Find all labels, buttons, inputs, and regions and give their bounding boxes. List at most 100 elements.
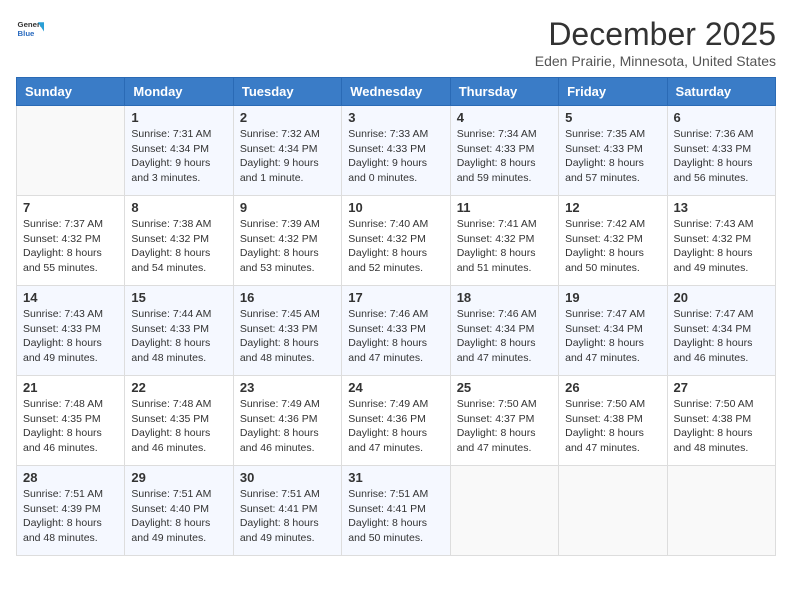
day-info: Sunrise: 7:46 AMSunset: 4:33 PMDaylight:… (348, 307, 443, 366)
calendar-cell (559, 466, 667, 556)
calendar-cell: 31 Sunrise: 7:51 AMSunset: 4:41 PMDayligh… (342, 466, 450, 556)
day-info: Sunrise: 7:44 AMSunset: 4:33 PMDaylight:… (131, 307, 226, 366)
calendar-cell: 6Sunrise: 7:36 AMSunset: 4:33 PMDaylight… (667, 106, 775, 196)
day-info: Sunrise: 7:51 AMSunset: 4:41 PMDaylight:… (348, 487, 443, 546)
logo-icon: General Blue (16, 16, 44, 44)
day-number: 16 (240, 290, 335, 305)
page-header: General Blue December 2025 Eden Prairie,… (16, 16, 776, 69)
day-number: 18 (457, 290, 552, 305)
calendar-week-row: 7 Sunrise: 7:37 AMSunset: 4:32 PMDaylight… (17, 196, 776, 286)
day-info: Sunrise: 7:37 AMSunset: 4:32 PMDaylight:… (23, 217, 118, 276)
calendar-cell: 9Sunrise: 7:39 AMSunset: 4:32 PMDaylight… (233, 196, 341, 286)
calendar-cell: 20 Sunrise: 7:47 AMSunset: 4:34 PMDayligh… (667, 286, 775, 376)
day-number: 21 (23, 380, 118, 395)
day-header-wednesday: Wednesday (342, 78, 450, 106)
calendar-cell: 25 Sunrise: 7:50 AMSunset: 4:37 PMDayligh… (450, 376, 558, 466)
calendar-cell: 26Sunrise: 7:50 AMSunset: 4:38 PMDayligh… (559, 376, 667, 466)
day-info: Sunrise: 7:47 AMSunset: 4:34 PMDaylight:… (674, 307, 769, 366)
day-info: Sunrise: 7:31 AMSunset: 4:34 PMDaylight:… (131, 127, 226, 186)
day-info: Sunrise: 7:49 AMSunset: 4:36 PMDaylight:… (240, 397, 335, 456)
calendar-cell: 10Sunrise: 7:40 AMSunset: 4:32 PMDayligh… (342, 196, 450, 286)
day-info: Sunrise: 7:38 AMSunset: 4:32 PMDaylight:… (131, 217, 226, 276)
day-number: 4 (457, 110, 552, 125)
day-number: 1 (131, 110, 226, 125)
day-number: 23 (240, 380, 335, 395)
calendar-cell: 22 Sunrise: 7:48 AMSunset: 4:35 PMDayligh… (125, 376, 233, 466)
day-header-sunday: Sunday (17, 78, 125, 106)
calendar-cell: 7 Sunrise: 7:37 AMSunset: 4:32 PMDaylight… (17, 196, 125, 286)
calendar-cell: 12 Sunrise: 7:42 AMSunset: 4:32 PMDayligh… (559, 196, 667, 286)
day-info: Sunrise: 7:50 AMSunset: 4:38 PMDaylight:… (674, 397, 769, 456)
calendar-cell: 13 Sunrise: 7:43 AMSunset: 4:32 PMDayligh… (667, 196, 775, 286)
day-info: Sunrise: 7:51 AMSunset: 4:39 PMDaylight:… (23, 487, 118, 546)
day-number: 15 (131, 290, 226, 305)
calendar-cell: 2Sunrise: 7:32 AMSunset: 4:34 PMDaylight… (233, 106, 341, 196)
calendar-cell: 14Sunrise: 7:43 AMSunset: 4:33 PMDayligh… (17, 286, 125, 376)
logo: General Blue (16, 16, 44, 44)
calendar-cell: 16Sunrise: 7:45 AMSunset: 4:33 PMDayligh… (233, 286, 341, 376)
day-number: 13 (674, 200, 769, 215)
day-info: Sunrise: 7:47 AMSunset: 4:34 PMDaylight:… (565, 307, 660, 366)
calendar-cell: 30 Sunrise: 7:51 AMSunset: 4:41 PMDayligh… (233, 466, 341, 556)
calendar-cell: 3 Sunrise: 7:33 AMSunset: 4:33 PMDaylight… (342, 106, 450, 196)
calendar-cell: 4 Sunrise: 7:34 AMSunset: 4:33 PMDaylight… (450, 106, 558, 196)
calendar-table: SundayMondayTuesdayWednesdayThursdayFrid… (16, 77, 776, 556)
day-number: 7 (23, 200, 118, 215)
day-info: Sunrise: 7:35 AMSunset: 4:33 PMDaylight:… (565, 127, 660, 186)
calendar-cell (17, 106, 125, 196)
day-header-thursday: Thursday (450, 78, 558, 106)
calendar-cell: 23 Sunrise: 7:49 AMSunset: 4:36 PMDayligh… (233, 376, 341, 466)
calendar-cell: 21Sunrise: 7:48 AMSunset: 4:35 PMDayligh… (17, 376, 125, 466)
day-info: Sunrise: 7:46 AMSunset: 4:34 PMDaylight:… (457, 307, 552, 366)
day-number: 27 (674, 380, 769, 395)
day-number: 24 (348, 380, 443, 395)
calendar-header-row: SundayMondayTuesdayWednesdayThursdayFrid… (17, 78, 776, 106)
day-number: 2 (240, 110, 335, 125)
day-info: Sunrise: 7:41 AMSunset: 4:32 PMDaylight:… (457, 217, 552, 276)
day-header-monday: Monday (125, 78, 233, 106)
day-number: 28 (23, 470, 118, 485)
day-number: 29 (131, 470, 226, 485)
calendar-cell: 5Sunrise: 7:35 AMSunset: 4:33 PMDaylight… (559, 106, 667, 196)
day-header-tuesday: Tuesday (233, 78, 341, 106)
day-info: Sunrise: 7:33 AMSunset: 4:33 PMDaylight:… (348, 127, 443, 186)
svg-text:Blue: Blue (18, 29, 36, 38)
calendar-week-row: 28 Sunrise: 7:51 AMSunset: 4:39 PMDayligh… (17, 466, 776, 556)
day-info: Sunrise: 7:51 AMSunset: 4:41 PMDaylight:… (240, 487, 335, 546)
day-info: Sunrise: 7:49 AMSunset: 4:36 PMDaylight:… (348, 397, 443, 456)
day-info: Sunrise: 7:42 AMSunset: 4:32 PMDaylight:… (565, 217, 660, 276)
calendar-cell (667, 466, 775, 556)
day-info: Sunrise: 7:48 AMSunset: 4:35 PMDaylight:… (131, 397, 226, 456)
calendar-cell: 18 Sunrise: 7:46 AMSunset: 4:34 PMDayligh… (450, 286, 558, 376)
day-info: Sunrise: 7:43 AMSunset: 4:32 PMDaylight:… (674, 217, 769, 276)
day-number: 26 (565, 380, 660, 395)
calendar-cell: 15 Sunrise: 7:44 AMSunset: 4:33 PMDayligh… (125, 286, 233, 376)
calendar-cell: 24 Sunrise: 7:49 AMSunset: 4:36 PMDayligh… (342, 376, 450, 466)
day-number: 6 (674, 110, 769, 125)
day-number: 25 (457, 380, 552, 395)
day-number: 3 (348, 110, 443, 125)
day-number: 12 (565, 200, 660, 215)
day-info: Sunrise: 7:50 AMSunset: 4:37 PMDaylight:… (457, 397, 552, 456)
calendar-cell: 19Sunrise: 7:47 AMSunset: 4:34 PMDayligh… (559, 286, 667, 376)
title-block: December 2025 Eden Prairie, Minnesota, U… (535, 16, 776, 69)
day-number: 11 (457, 200, 552, 215)
calendar-cell: 29Sunrise: 7:51 AMSunset: 4:40 PMDayligh… (125, 466, 233, 556)
day-number: 30 (240, 470, 335, 485)
day-info: Sunrise: 7:39 AMSunset: 4:32 PMDaylight:… (240, 217, 335, 276)
calendar-cell: 11 Sunrise: 7:41 AMSunset: 4:32 PMDayligh… (450, 196, 558, 286)
location-subtitle: Eden Prairie, Minnesota, United States (535, 53, 776, 69)
day-number: 22 (131, 380, 226, 395)
calendar-cell: 17 Sunrise: 7:46 AMSunset: 4:33 PMDayligh… (342, 286, 450, 376)
calendar-week-row: 14Sunrise: 7:43 AMSunset: 4:33 PMDayligh… (17, 286, 776, 376)
day-header-friday: Friday (559, 78, 667, 106)
day-number: 20 (674, 290, 769, 305)
calendar-cell: 1 Sunrise: 7:31 AMSunset: 4:34 PMDaylight… (125, 106, 233, 196)
day-number: 17 (348, 290, 443, 305)
day-number: 8 (131, 200, 226, 215)
month-title: December 2025 (535, 16, 776, 53)
calendar-cell: 8 Sunrise: 7:38 AMSunset: 4:32 PMDaylight… (125, 196, 233, 286)
calendar-week-row: 1 Sunrise: 7:31 AMSunset: 4:34 PMDaylight… (17, 106, 776, 196)
day-number: 31 (348, 470, 443, 485)
day-info: Sunrise: 7:34 AMSunset: 4:33 PMDaylight:… (457, 127, 552, 186)
